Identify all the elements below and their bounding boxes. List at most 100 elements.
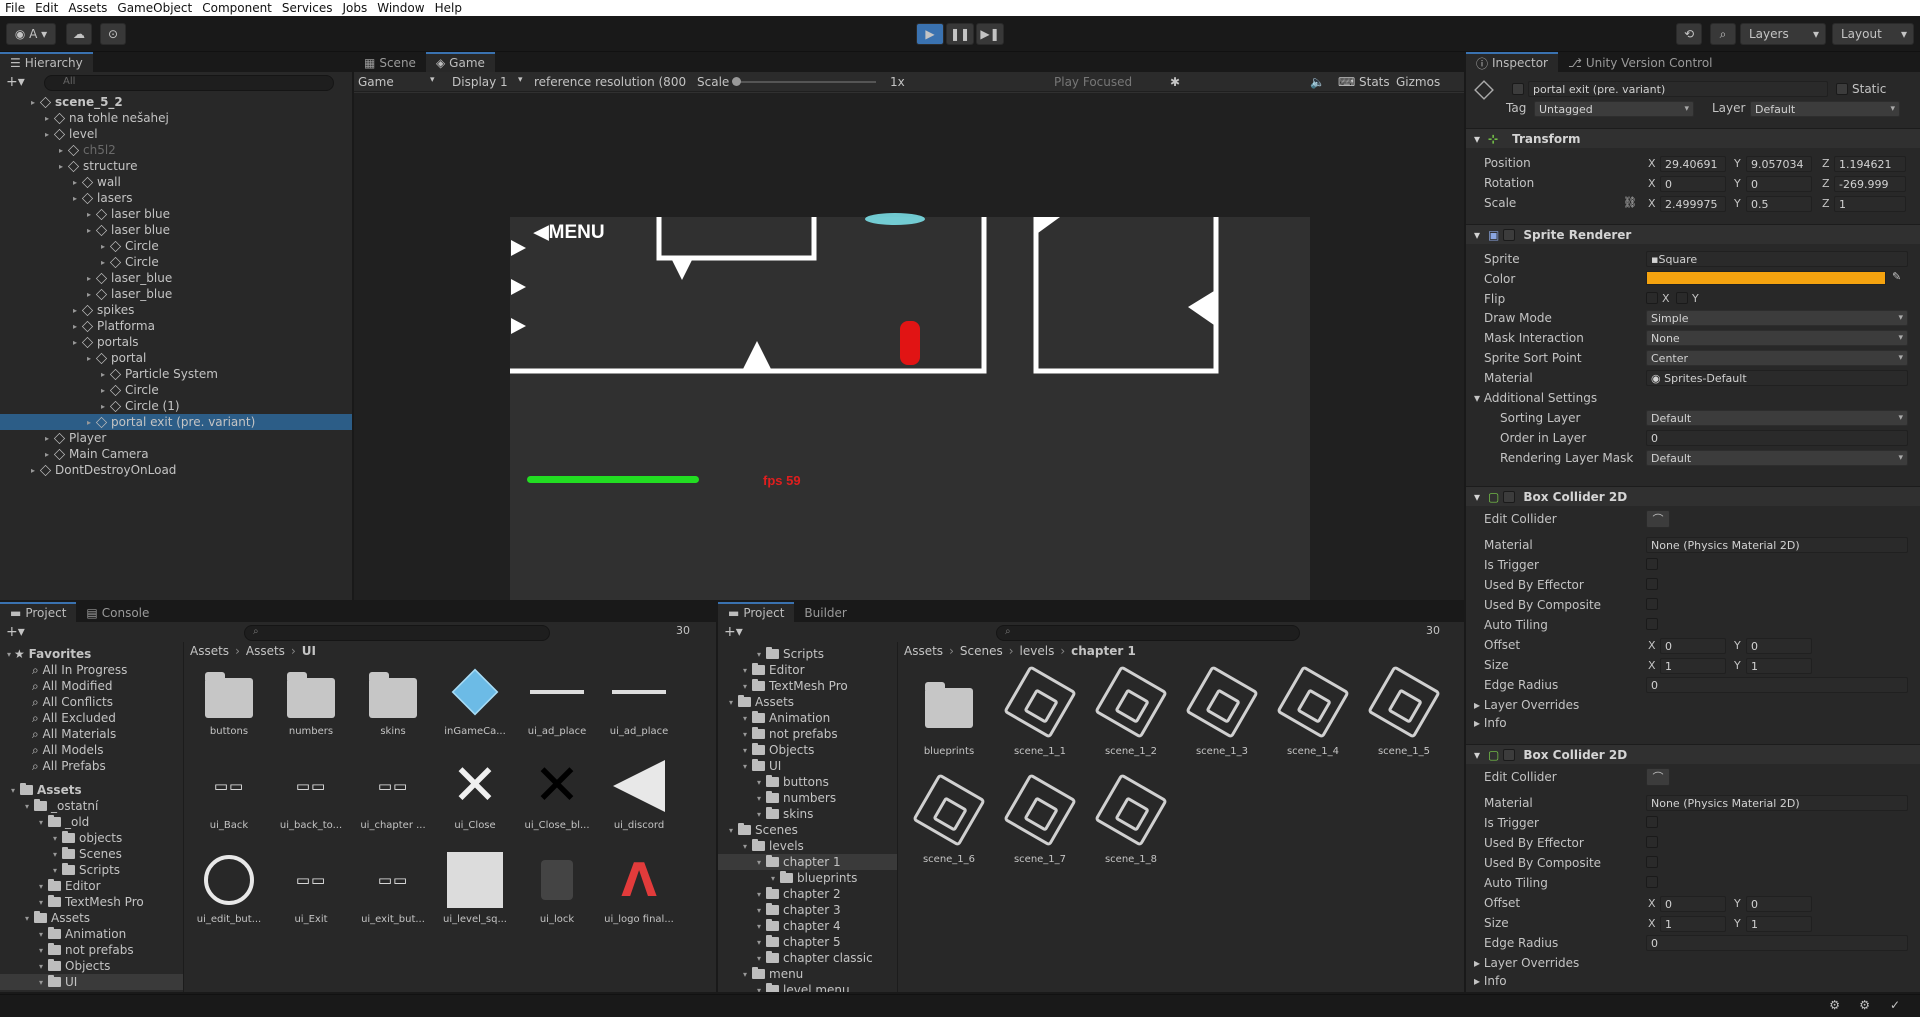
stats-button[interactable]: Stats xyxy=(1359,75,1390,89)
tab-version-control[interactable]: ⎇ Unity Version Control xyxy=(1558,52,1723,72)
favorite-item[interactable]: ⌕ All Materials xyxy=(32,726,116,742)
asset-item[interactable]: ui_level_sq... xyxy=(436,850,514,925)
menu-file[interactable]: File xyxy=(0,1,30,15)
is-trigger-checkbox[interactable] xyxy=(1646,816,1658,828)
tree-item[interactable]: ▾ _old xyxy=(0,814,183,830)
tree-item[interactable]: ▾ skins xyxy=(718,806,897,822)
link-icon[interactable]: ⛓ xyxy=(1623,196,1637,209)
tree-item[interactable]: ▾ blueprints xyxy=(718,870,897,886)
foldout-icon[interactable]: ▸ xyxy=(84,210,94,219)
scene-item[interactable]: scene_1_6 xyxy=(910,770,988,865)
color-swatch[interactable] xyxy=(1646,271,1886,285)
box-collider-header[interactable]: ▾ ▢ Box Collider 2D xyxy=(1466,744,1920,764)
auto-tiling-checkbox[interactable] xyxy=(1646,618,1658,630)
tab-project-2[interactable]: ▬ Project xyxy=(718,602,795,622)
asset-item[interactable]: ui_ad_place xyxy=(518,662,596,737)
add-button[interactable]: +▾ xyxy=(724,624,743,640)
static-checkbox[interactable] xyxy=(1836,83,1848,95)
scene-item[interactable]: scene_1_7 xyxy=(1001,770,1079,865)
play-focused-dropdown[interactable]: Play Focused xyxy=(1054,75,1132,89)
info-foldout[interactable]: ▸ Info xyxy=(1474,974,1507,988)
offset-y[interactable]: 0 xyxy=(1746,896,1812,912)
additional-settings-foldout[interactable]: ▾ Additional Settings xyxy=(1474,391,1597,405)
asset-item[interactable]: ▭▭ ui_chapter ... xyxy=(354,756,432,831)
scene-item[interactable]: scene_1_5 xyxy=(1365,662,1443,757)
foldout-icon[interactable]: ▸ xyxy=(98,370,108,379)
asset-item[interactable]: buttons xyxy=(190,662,268,737)
object-name-field[interactable]: portal exit (pre. variant) xyxy=(1528,81,1828,97)
tree-item[interactable]: ▾ Scenes xyxy=(718,822,897,838)
folder-item[interactable]: blueprints xyxy=(910,662,988,757)
rendering-layer-dropdown[interactable]: Default xyxy=(1646,450,1908,466)
used-by-effector-checkbox[interactable] xyxy=(1646,578,1658,590)
foldout-icon[interactable]: ▸ xyxy=(98,242,108,251)
collab-icon[interactable]: ⊙ xyxy=(100,23,126,45)
box-collider-enabled[interactable] xyxy=(1503,490,1516,503)
display-dropdown[interactable]: Display 1 xyxy=(452,75,508,89)
hierarchy-item[interactable]: ▸ wall xyxy=(0,174,352,190)
material-field[interactable]: ◉ Sprites-Default xyxy=(1646,370,1908,386)
tree-item[interactable]: ▾ Scripts xyxy=(718,646,897,662)
foldout-icon[interactable]: ▸ xyxy=(56,146,66,155)
foldout-icon[interactable]: ▸ xyxy=(84,226,94,235)
used-by-composite-checkbox[interactable] xyxy=(1646,598,1658,610)
resolution-dropdown[interactable]: reference resolution (800 xyxy=(534,75,686,89)
asset-item[interactable]: ✕ ui_Close xyxy=(436,756,514,832)
hierarchy-item[interactable]: ▸ ch5l2 xyxy=(0,142,352,158)
draw-mode-dropdown[interactable]: Simple xyxy=(1646,310,1908,326)
tree-item[interactable]: ▾ Scripts xyxy=(0,862,183,878)
asset-item[interactable]: inGameCa... xyxy=(436,662,514,737)
display-mode-dropdown[interactable]: Game xyxy=(358,75,394,89)
hierarchy-item[interactable]: ▸ laser_blue xyxy=(0,270,352,286)
foldout-icon[interactable]: ▸ xyxy=(70,338,80,347)
breadcrumb-item[interactable]: Assets xyxy=(904,644,943,658)
scene-item[interactable]: scene_1_1 xyxy=(1001,662,1079,757)
offset-x[interactable]: 0 xyxy=(1660,896,1726,912)
bug-icon[interactable]: ✱ xyxy=(1170,75,1180,89)
tree-item[interactable]: ▾ _ostatní xyxy=(0,798,183,814)
hierarchy-item[interactable]: ▸ laser blue xyxy=(0,222,352,238)
hierarchy-item[interactable]: ▸ Particle System xyxy=(0,366,352,382)
foldout-icon[interactable]: ▸ xyxy=(56,162,66,171)
eyedropper-icon[interactable]: ✎ xyxy=(1892,270,1901,283)
tree-item[interactable]: ▾ not prefabs xyxy=(718,726,897,742)
rotation-y[interactable]: 0 xyxy=(1746,176,1812,192)
tree-item[interactable]: ▾ chapter 1 xyxy=(718,854,897,870)
position-x[interactable]: 29.40691 xyxy=(1660,156,1726,172)
order-field[interactable]: 0 xyxy=(1646,430,1908,446)
keyboard-icon[interactable]: ⌨ xyxy=(1338,75,1355,89)
tab-hierarchy[interactable]: ☰ Hierarchy xyxy=(0,52,93,72)
foldout-icon[interactable]: ▸ xyxy=(28,466,38,475)
gizmos-button[interactable]: Gizmos xyxy=(1396,75,1440,89)
hierarchy-item[interactable]: ▸ Player xyxy=(0,430,352,446)
hierarchy-item[interactable]: ▸ Circle xyxy=(0,382,352,398)
box-collider-enabled[interactable] xyxy=(1503,748,1516,761)
tree-item[interactable]: ▾ chapter 4 xyxy=(718,918,897,934)
offset-x[interactable]: 0 xyxy=(1660,638,1726,654)
project-search[interactable]: ⌕ xyxy=(244,625,550,641)
hierarchy-item[interactable]: ▸ na tohle nešahej xyxy=(0,110,352,126)
foldout-icon[interactable]: ▸ xyxy=(70,178,80,187)
auto-tiling-checkbox[interactable] xyxy=(1646,876,1658,888)
scale-slider[interactable] xyxy=(732,77,876,86)
status-icon[interactable]: ✓ xyxy=(1890,998,1900,1012)
tree-item[interactable]: ▾ TextMesh Pro xyxy=(718,678,897,694)
status-icon[interactable]: ⚙ xyxy=(1829,998,1840,1012)
tree-item[interactable]: ▾ numbers xyxy=(718,790,897,806)
tag-dropdown[interactable]: Untagged xyxy=(1534,101,1694,117)
hierarchy-item[interactable]: ▸ level xyxy=(0,126,352,142)
favorite-item[interactable]: ⌕ All In Progress xyxy=(32,662,127,678)
tree-item[interactable]: ▾ objects xyxy=(0,830,183,846)
hierarchy-item[interactable]: ▸ Circle (1) xyxy=(0,398,352,414)
rotation-x[interactable]: 0 xyxy=(1660,176,1726,192)
size-y[interactable]: 1 xyxy=(1746,916,1812,932)
scale-x[interactable]: 2.499975 xyxy=(1660,196,1726,212)
layer-overrides-foldout[interactable]: ▸ Layer Overrides xyxy=(1474,698,1579,712)
tree-item[interactable]: ▾ Objects xyxy=(0,958,183,974)
scale-z[interactable]: 1 xyxy=(1834,196,1906,212)
box-collider-header[interactable]: ▾ ▢ Box Collider 2D xyxy=(1466,486,1920,506)
menu-assets[interactable]: Assets xyxy=(63,1,112,15)
foldout-icon[interactable]: ▸ xyxy=(98,386,108,395)
asset-item[interactable]: ui_discord xyxy=(600,756,678,831)
audio-icon[interactable]: 🔈 xyxy=(1310,75,1325,89)
